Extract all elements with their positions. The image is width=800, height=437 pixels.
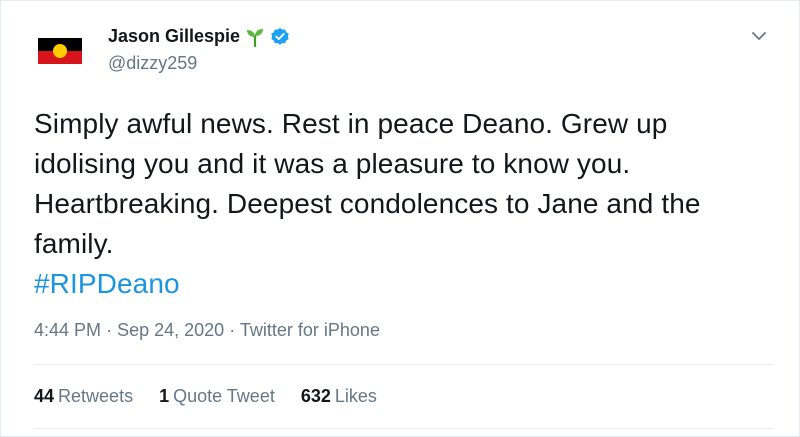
retweets-label: Retweets <box>58 386 134 406</box>
stats-divider-bottom <box>34 428 773 429</box>
tweet-time[interactable]: 4:44 PM <box>34 320 101 340</box>
stats-divider-top <box>34 364 773 365</box>
quote-tweets-count: 1 <box>159 386 170 406</box>
meta-separator: · <box>106 320 113 340</box>
tweet-meta: 4:44 PM · Sep 24, 2020 · Twitter for iPh… <box>34 320 380 341</box>
author-name-row: Jason Gillespie <box>108 26 290 47</box>
top-divider <box>1 0 799 1</box>
quote-tweets-label: Quote Tweet <box>173 386 275 406</box>
hashtag-link[interactable]: #RIPDeano <box>34 264 774 304</box>
seedling-icon <box>247 28 264 47</box>
verified-badge-icon <box>271 27 289 45</box>
tweet-source[interactable]: Twitter for iPhone <box>240 320 380 340</box>
tweet-date[interactable]: Sep 24, 2020 <box>117 320 224 340</box>
likes-label: Likes <box>334 386 377 406</box>
likes-count: 632 <box>300 386 331 406</box>
tweet-text-line: family. <box>34 228 114 259</box>
author-name[interactable]: Jason Gillespie <box>108 26 240 47</box>
quote-tweets-stat[interactable]: 1 Quote Tweet <box>159 386 275 407</box>
tweet-text-line: Simply awful news. Rest in peace Deano. … <box>34 108 668 139</box>
tweet-text-line: idolising you and it was a pleasure to k… <box>34 148 631 179</box>
tweet-text: Simply awful news. Rest in peace Deano. … <box>34 104 774 304</box>
tweet-text-line: Heartbreaking. Deepest condolences to Ja… <box>34 188 701 219</box>
meta-separator: · <box>229 320 236 340</box>
likes-stat[interactable]: 632 Likes <box>301 386 377 407</box>
tweet-stats: 44 Retweets 1 Quote Tweet 632 Likes <box>34 386 377 407</box>
aboriginal-flag-icon <box>29 20 91 82</box>
tweet-card: Jason Gillespie @dizzy259 Simply awful n… <box>0 0 800 437</box>
retweets-stat[interactable]: 44 Retweets <box>34 386 133 407</box>
chevron-down-icon[interactable] <box>749 26 769 46</box>
author-handle[interactable]: @dizzy259 <box>108 53 197 74</box>
retweets-count: 44 <box>34 386 55 406</box>
avatar[interactable] <box>29 20 91 82</box>
